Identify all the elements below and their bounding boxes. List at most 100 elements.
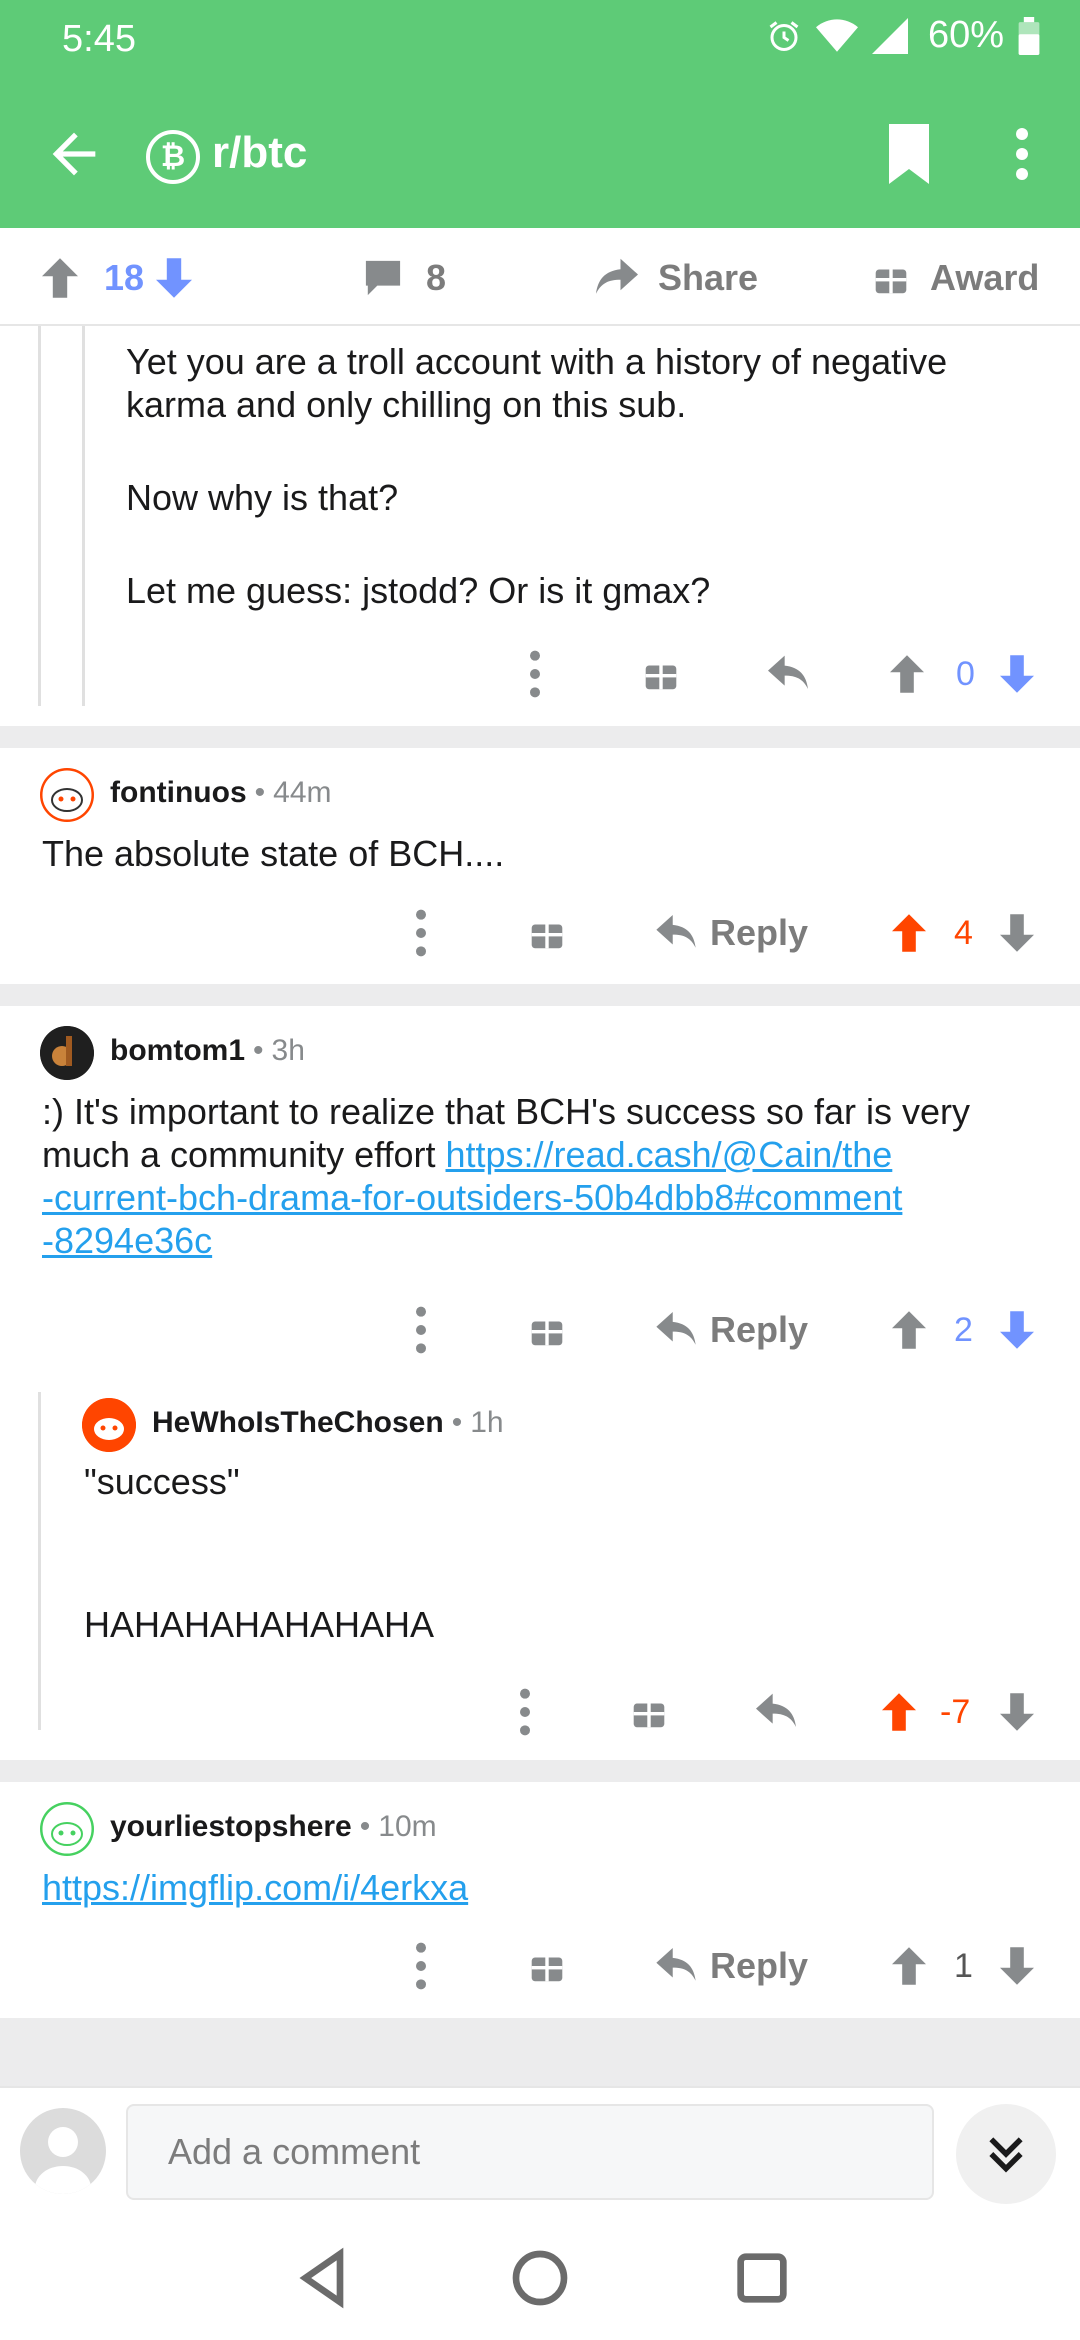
comment-fontinuos: fontinuos • 44m The absolute state of BCH.… <box>0 748 1080 984</box>
comment-body: https://imgflip.com/i/4erkxa <box>42 1866 1032 1909</box>
battery-icon <box>1018 16 1040 55</box>
subreddit-icon[interactable]: ₿ <box>146 130 200 184</box>
upvote-icon[interactable] <box>882 1682 916 1742</box>
gift-icon <box>875 269 907 294</box>
nav-back-icon[interactable] <box>292 2246 356 2310</box>
reply-icon <box>656 1312 696 1345</box>
gift-icon[interactable] <box>530 1300 564 1360</box>
add-comment-input[interactable] <box>126 2104 934 2200</box>
comment-score: 1 <box>954 1946 973 1985</box>
more-options-icon[interactable] <box>530 644 540 704</box>
nav-recents-icon[interactable] <box>730 2246 794 2310</box>
username[interactable]: HeWhoIsTheChosen <box>152 1406 444 1440</box>
avatar[interactable] <box>40 768 94 822</box>
collapse-comments-button[interactable] <box>956 2104 1056 2204</box>
timestamp: 3h <box>271 1034 305 1067</box>
share-button[interactable]: Share <box>596 252 758 304</box>
gift-icon[interactable] <box>530 903 564 963</box>
downvote-icon[interactable] <box>1000 644 1034 704</box>
reply-icon[interactable] <box>756 1682 796 1742</box>
status-time: 5:45 <box>62 18 136 60</box>
reply-icon[interactable] <box>768 644 808 704</box>
comment-link[interactable]: https://imgflip.com/i/4erkxa <box>42 1867 468 1908</box>
upvote-icon[interactable] <box>892 1936 926 1996</box>
more-options-icon[interactable] <box>1004 124 1040 184</box>
downvote-icon[interactable] <box>1000 1300 1034 1360</box>
username[interactable]: fontinuos <box>110 776 247 810</box>
award-button[interactable]: Award <box>874 252 1039 304</box>
comment-score: 0 <box>956 654 975 693</box>
downvote-icon[interactable] <box>1000 1682 1034 1742</box>
wifi-icon <box>815 18 858 52</box>
comment-actions: Reply 4 <box>400 903 1050 963</box>
comment-yourliestopshere: yourliestopshere • 10m https://imgflip.com… <box>0 1782 1080 2018</box>
downvote-icon[interactable] <box>1000 903 1034 963</box>
timestamp: 10m <box>378 1810 437 1843</box>
gift-icon[interactable] <box>530 1936 564 1996</box>
username[interactable]: yourliestopshere <box>110 1810 352 1844</box>
nav-home-icon[interactable] <box>508 2246 572 2310</box>
comment-icon <box>365 260 401 296</box>
avatar[interactable] <box>82 1398 136 1452</box>
comment-actions: -7 <box>510 1682 1050 1742</box>
username[interactable]: bomtom1 <box>110 1034 245 1068</box>
comment-body: :) It's important to realize that BCH's … <box>42 1091 971 1261</box>
post-vote-group: 18 <box>42 252 193 304</box>
comment-input-bar <box>0 2086 1080 2216</box>
more-options-icon[interactable] <box>416 903 426 963</box>
thread-line <box>82 326 85 706</box>
comment-actions: 0 <box>510 644 1050 704</box>
share-icon <box>596 258 638 294</box>
upvote-icon[interactable] <box>892 1300 926 1360</box>
upvote-icon[interactable] <box>890 644 924 704</box>
avatar[interactable] <box>40 1802 94 1856</box>
timestamp: 1h <box>470 1406 504 1439</box>
comment-meta: fontinuos • 44m <box>110 776 332 810</box>
thread-line <box>38 1392 41 1730</box>
reply-icon <box>656 1948 696 1981</box>
comment-bomtom1: bomtom1 • 3h :) It's important to realize … <box>0 1006 1080 1740</box>
upvote-icon[interactable] <box>892 903 926 963</box>
comment-divider <box>0 2018 1080 2086</box>
more-options-icon[interactable] <box>416 1936 426 1996</box>
comment-count: 8 <box>426 257 447 298</box>
comment-divider <box>0 984 1080 1006</box>
reply-button[interactable]: Reply <box>656 1300 808 1360</box>
subreddit-name[interactable]: r/btc <box>212 128 307 178</box>
gift-icon[interactable] <box>644 644 678 704</box>
timestamp: 44m <box>273 776 332 809</box>
comment-score: 2 <box>954 1310 973 1349</box>
comment-divider <box>0 726 1080 748</box>
upvote-icon[interactable] <box>42 258 78 298</box>
app-bar: ₿ r/btc <box>0 80 1080 228</box>
thread-line <box>38 326 41 706</box>
double-chevron-down-icon <box>989 2137 1023 2173</box>
more-options-icon[interactable] <box>416 1300 426 1360</box>
avatar[interactable] <box>40 1026 94 1080</box>
battery-percent: 60% <box>927 14 1004 56</box>
more-options-icon[interactable] <box>520 1682 530 1742</box>
gift-icon[interactable] <box>632 1682 666 1742</box>
comment-score: 4 <box>954 913 973 952</box>
comment-score: -7 <box>940 1692 971 1731</box>
signal-icon <box>871 17 908 54</box>
comment-body: "success" HAHAHAHAHAHAHA <box>84 1461 435 1645</box>
comment-meta: yourliestopshere • 10m <box>110 1810 437 1844</box>
downvote-icon[interactable] <box>1000 1936 1034 1996</box>
award-label: Award <box>930 257 1040 298</box>
comment-meta: HeWhoIsTheChosen • 1h <box>152 1406 504 1440</box>
downvote-icon[interactable] <box>156 258 193 298</box>
comment-nested: Yet you are a troll account with a histo… <box>0 326 1080 726</box>
comment-body: Yet you are a troll account with a histo… <box>126 341 948 611</box>
reply-button[interactable]: Reply <box>656 903 808 963</box>
system-nav-bar <box>0 2216 1080 2340</box>
comment-body: The absolute state of BCH.... <box>42 833 505 874</box>
comment-divider <box>0 1760 1080 1782</box>
status-bar: 5:45 60% <box>0 0 1080 80</box>
alarm-icon <box>769 20 799 51</box>
reply-button[interactable]: Reply <box>656 1936 808 1996</box>
comment-actions: Reply 1 <box>400 1936 1050 1996</box>
bookmark-icon[interactable] <box>884 124 934 184</box>
back-arrow-icon[interactable] <box>42 122 106 186</box>
comments-button[interactable]: 8 <box>364 252 446 304</box>
